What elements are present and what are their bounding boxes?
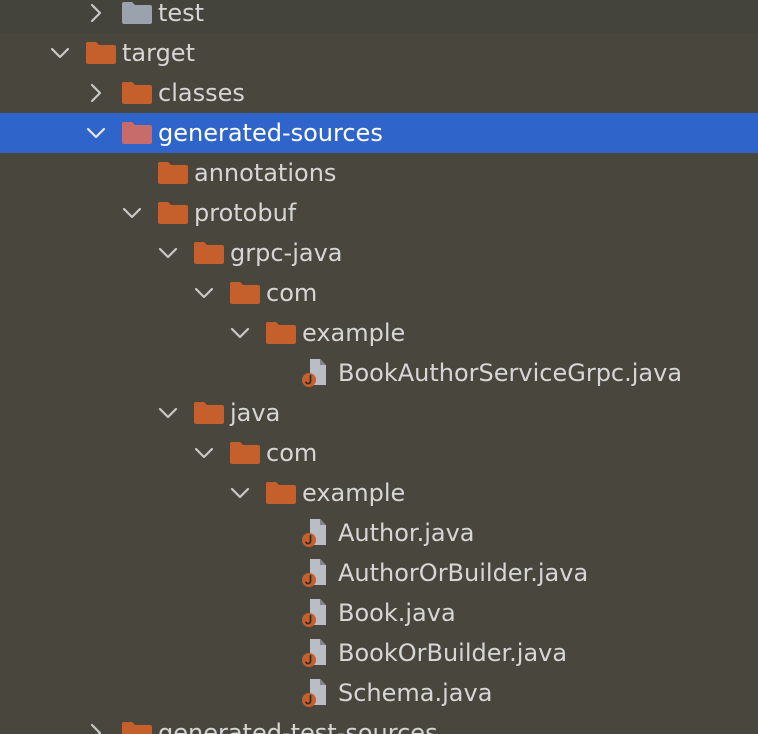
tree-item-label: Schema.java — [338, 679, 493, 707]
java-file-icon — [300, 677, 330, 709]
folder-icon — [158, 162, 188, 184]
chevron-right-icon[interactable] — [82, 79, 110, 107]
chevron-down-icon[interactable] — [82, 119, 110, 147]
chevron-right-icon[interactable] — [82, 719, 110, 734]
tree-item-label: com — [266, 279, 318, 307]
tree-item-label: grpc-java — [230, 239, 343, 267]
tree-item-annotations[interactable]: annotations — [0, 153, 758, 193]
tree-item-label: Author.java — [338, 519, 475, 547]
folder-icon — [230, 442, 260, 464]
tree-item-label: example — [302, 319, 406, 347]
folder-icon — [122, 82, 152, 104]
generated-folder-icon — [122, 722, 152, 734]
chevron-down-icon[interactable] — [226, 319, 254, 347]
tree-item-file[interactable]: BookAuthorServiceGrpc.java — [0, 353, 758, 393]
folder-icon — [266, 322, 296, 344]
tree-item-label: AuthorOrBuilder.java — [338, 559, 589, 587]
tree-item-grpc-java[interactable]: grpc-java — [0, 233, 758, 273]
tree-item-generated-sources[interactable]: generated-sources — [0, 113, 758, 153]
tree-item-label: BookAuthorServiceGrpc.java — [338, 359, 683, 387]
tree-item-label: java — [230, 399, 281, 427]
tree-item-label: classes — [158, 79, 245, 107]
tree-item-com[interactable]: com — [0, 433, 758, 473]
tree-item-java[interactable]: java — [0, 393, 758, 433]
chevron-down-icon[interactable] — [46, 39, 74, 67]
folder-icon — [158, 202, 188, 224]
tree-item-file[interactable]: Schema.java — [0, 673, 758, 713]
chevron-down-icon[interactable] — [154, 399, 182, 427]
folder-icon — [194, 242, 224, 264]
tree-item-protobuf[interactable]: protobuf — [0, 193, 758, 233]
java-file-icon — [300, 637, 330, 669]
folder-icon — [230, 282, 260, 304]
tree-item-classes[interactable]: classes — [0, 73, 758, 113]
chevron-down-icon[interactable] — [154, 239, 182, 267]
tree-item-label: example — [302, 479, 406, 507]
tree-item-generated-test-sources[interactable]: generated-test-sources — [0, 713, 758, 734]
tree-item-label: Book.java — [338, 599, 456, 627]
tree-item-test[interactable]: test — [0, 0, 758, 33]
project-tree: test target classes generated-sources an… — [0, 0, 758, 734]
tree-item-example[interactable]: example — [0, 313, 758, 353]
tree-item-file[interactable]: Author.java — [0, 513, 758, 553]
folder-icon — [194, 402, 224, 424]
folder-icon — [266, 482, 296, 504]
tree-item-label: generated-sources — [158, 119, 383, 147]
java-file-icon — [300, 557, 330, 589]
gray-folder-icon — [122, 2, 152, 24]
tree-item-label: protobuf — [194, 199, 297, 227]
tree-item-label: target — [122, 39, 195, 67]
tree-item-file[interactable]: BookOrBuilder.java — [0, 633, 758, 673]
tree-item-label: com — [266, 439, 318, 467]
java-file-icon — [300, 357, 330, 389]
chevron-down-icon[interactable] — [118, 199, 146, 227]
java-file-icon — [300, 597, 330, 629]
chevron-down-icon[interactable] — [226, 479, 254, 507]
generated-folder-icon — [122, 122, 152, 144]
tree-item-example[interactable]: example — [0, 473, 758, 513]
java-file-icon — [300, 517, 330, 549]
tree-item-file[interactable]: AuthorOrBuilder.java — [0, 553, 758, 593]
tree-item-com[interactable]: com — [0, 273, 758, 313]
chevron-right-icon[interactable] — [82, 0, 110, 27]
chevron-down-icon[interactable] — [190, 279, 218, 307]
tree-item-label: annotations — [194, 159, 337, 187]
folder-icon — [86, 42, 116, 64]
tree-item-target[interactable]: target — [0, 33, 758, 73]
tree-item-file[interactable]: Book.java — [0, 593, 758, 633]
tree-item-label: generated-test-sources — [158, 719, 438, 734]
tree-item-label: test — [158, 0, 205, 27]
tree-item-label: BookOrBuilder.java — [338, 639, 568, 667]
chevron-down-icon[interactable] — [190, 439, 218, 467]
